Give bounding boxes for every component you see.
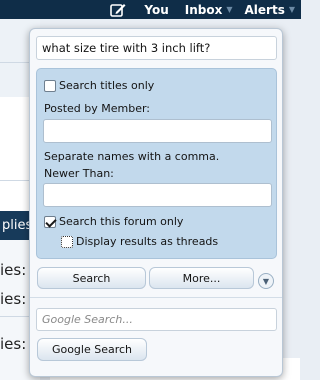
separate-names-hint: Separate names with a comma. xyxy=(44,150,219,163)
pencil-square-icon xyxy=(110,3,126,17)
search-keywords-input[interactable] xyxy=(36,36,277,60)
expand-options-button[interactable]: ▼ xyxy=(258,273,274,289)
background-replies-label: ies: xyxy=(0,335,27,353)
newer-than-date-input[interactable] xyxy=(43,183,272,207)
background-replies-label: ies: xyxy=(0,290,27,308)
you-label: You xyxy=(144,2,169,17)
posted-by-member-input[interactable] xyxy=(43,119,272,143)
search-button-label: Search xyxy=(72,271,111,285)
background-replies-label: ies: xyxy=(0,261,27,279)
search-options-panel: Search titles only Posted by Member: Sep… xyxy=(36,68,277,259)
this-forum-checkbox[interactable] xyxy=(44,215,56,228)
search-popup: Search titles only Posted by Member: Sep… xyxy=(29,28,283,377)
chevron-down-icon: ▼ xyxy=(288,5,295,14)
newer-than-label: Newer Than: xyxy=(44,167,114,180)
chevron-down-icon: ▼ xyxy=(262,276,270,286)
this-forum-label: Search this forum only xyxy=(59,215,184,228)
search-button[interactable]: Search xyxy=(37,267,146,289)
chevron-down-icon: ▼ xyxy=(226,5,233,14)
as-threads-checkbox[interactable] xyxy=(61,235,73,248)
this-forum-option[interactable]: Search this forum only xyxy=(44,215,183,228)
titles-only-label: Search titles only xyxy=(59,79,155,92)
alerts-menu[interactable]: Alerts ▼ xyxy=(239,3,302,17)
alerts-label: Alerts xyxy=(244,2,285,17)
as-threads-label: Display results as threads xyxy=(76,235,219,248)
titles-only-option[interactable]: Search titles only xyxy=(44,79,154,92)
background-tab-label: plies xyxy=(2,218,33,233)
google-search-button-label: Google Search xyxy=(51,343,133,356)
you-menu[interactable]: You xyxy=(138,3,178,17)
newer-than-heading: Newer Than: xyxy=(44,167,114,180)
inbox-label: Inbox xyxy=(184,2,223,17)
posted-by-heading: Posted by Member: xyxy=(44,102,150,115)
posted-by-label: Posted by Member: xyxy=(44,102,151,115)
google-search-input[interactable] xyxy=(36,308,277,331)
more-options-label: More... xyxy=(182,271,221,285)
popup-divider xyxy=(30,297,282,298)
google-search-button[interactable]: Google Search xyxy=(37,338,147,361)
top-navigation-bar: You Inbox ▼ Alerts ▼ xyxy=(0,0,301,19)
separate-names-text: Separate names with a comma. xyxy=(44,150,220,163)
titles-only-checkbox[interactable] xyxy=(44,79,56,92)
edit-profile-button[interactable] xyxy=(104,3,138,17)
more-options-button[interactable]: More... xyxy=(149,267,254,289)
as-threads-option[interactable]: Display results as threads xyxy=(61,235,218,248)
inbox-menu[interactable]: Inbox ▼ xyxy=(179,3,239,17)
